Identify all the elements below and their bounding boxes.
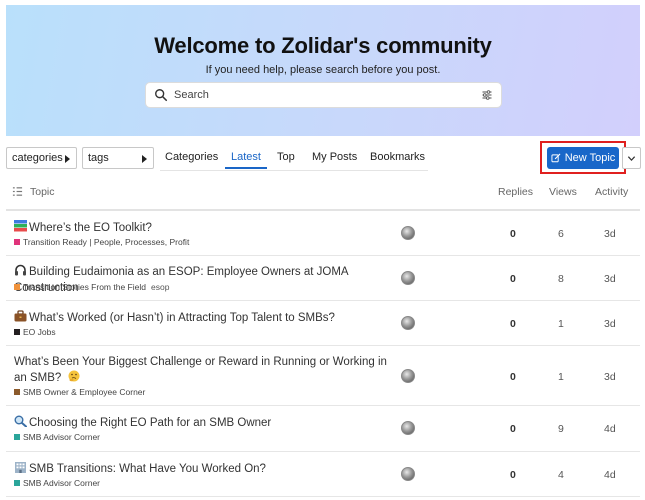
activity-time[interactable]: 4d (604, 469, 616, 481)
topic-title[interactable]: Choosing the Right EO Path for an SMB Ow… (14, 415, 394, 431)
caret-right-icon (65, 155, 70, 163)
category-label: SMB Advisor Corner (23, 432, 100, 442)
avatar[interactable] (401, 467, 415, 481)
category-color-badge (14, 480, 20, 486)
edit-icon (551, 153, 561, 163)
new-topic-menu-button[interactable] (622, 147, 641, 169)
category-label: SMB Advisor Corner (23, 478, 100, 488)
topic-list-header: Topic Replies Views Activity (6, 183, 640, 205)
search-options-icon[interactable] (481, 89, 493, 101)
categories-dropdown-label: categories (12, 152, 63, 164)
categories-dropdown[interactable]: categories (6, 147, 77, 169)
office-building-emoji-icon (15, 462, 26, 473)
category-label: SMB Owner & Employee Corner (23, 387, 146, 397)
category-color-badge (14, 329, 20, 335)
header-views[interactable]: Views (549, 186, 577, 198)
views-count: 1 (558, 371, 564, 383)
new-topic-label: New Topic (564, 152, 616, 164)
table-row[interactable]: SMB Transitions: What Have You Worked On… (6, 452, 640, 497)
replies-count: 0 (510, 469, 516, 481)
topic-category[interactable]: Transition Stories From the Field esop (14, 282, 169, 292)
category-label: EO Jobs (23, 327, 56, 337)
tab-bookmarks[interactable]: Bookmarks (370, 151, 425, 169)
header-activity[interactable]: Activity (595, 186, 628, 198)
table-row[interactable]: Choosing the Right EO Path for an SMB Ow… (6, 406, 640, 452)
topic-category[interactable]: Transition Ready | People, Processes, Pr… (14, 237, 189, 247)
tags-dropdown-label: tags (88, 152, 109, 164)
category-color-badge (14, 239, 20, 245)
topic-category[interactable]: EO Jobs (14, 327, 56, 337)
category-color-badge (14, 389, 20, 395)
topic-title[interactable]: What’s Worked (or Hasn’t) in Attracting … (14, 310, 394, 326)
thinking-face-emoji-icon (68, 370, 80, 382)
replies-count: 0 (510, 228, 516, 240)
replies-count: 0 (510, 318, 516, 330)
category-color-badge (14, 284, 20, 290)
tab-latest[interactable]: Latest (225, 151, 267, 169)
replies-count: 0 (510, 423, 516, 435)
views-count: 4 (558, 469, 564, 481)
table-row[interactable]: What’s Been Your Biggest Challenge or Re… (6, 346, 640, 406)
topic-category[interactable]: SMB Owner & Employee Corner (14, 387, 145, 397)
category-label: Transition Ready | People, Processes, Pr… (23, 237, 190, 247)
topic-title[interactable]: Where’s the EO Toolkit? (14, 220, 394, 236)
topic-title-text: SMB Transitions: What Have You Worked On… (29, 463, 266, 475)
search-input[interactable] (174, 85, 481, 105)
topic-tag[interactable]: esop (151, 282, 169, 292)
category-label: Transition Stories From the Field (23, 282, 146, 292)
views-count: 9 (558, 423, 564, 435)
table-row[interactable]: What’s Worked (or Hasn’t) in Attracting … (6, 301, 640, 346)
topic-category[interactable]: SMB Advisor Corner (14, 478, 100, 488)
topic-title-text: What’s Worked (or Hasn’t) in Attracting … (29, 312, 335, 324)
avatar[interactable] (401, 226, 415, 240)
activity-time[interactable]: 3d (604, 318, 616, 330)
caret-right-icon (142, 155, 147, 163)
header-replies[interactable]: Replies (498, 186, 533, 198)
avatar[interactable] (401, 316, 415, 330)
activity-time[interactable]: 3d (604, 273, 616, 285)
table-row[interactable]: Where’s the EO Toolkit? Transition Ready… (6, 211, 640, 256)
views-count: 8 (558, 273, 564, 285)
activity-time[interactable]: 4d (604, 423, 616, 435)
tab-top[interactable]: Top (277, 151, 295, 169)
new-topic-button[interactable]: New Topic (547, 147, 619, 169)
replies-count: 0 (510, 371, 516, 383)
banner-subtitle: If you need help, please search before y… (205, 64, 441, 76)
avatar[interactable] (401, 421, 415, 435)
activity-time[interactable]: 3d (604, 228, 616, 240)
topic-title-text: Choosing the Right EO Path for an SMB Ow… (29, 417, 272, 429)
header-topic: Topic (30, 186, 55, 198)
views-count: 6 (558, 228, 564, 240)
tags-dropdown[interactable]: tags (82, 147, 154, 169)
table-row[interactable]: Building Eudaimonia as an ESOP: Employee… (6, 256, 640, 301)
activity-time[interactable]: 3d (604, 371, 616, 383)
views-count: 1 (558, 318, 564, 330)
books-emoji-icon (14, 220, 27, 232)
avatar[interactable] (401, 271, 415, 285)
topic-title[interactable]: SMB Transitions: What Have You Worked On… (14, 461, 394, 477)
topic-title[interactable]: What’s Been Your Biggest Challenge or Re… (14, 354, 392, 386)
category-color-badge (14, 434, 20, 440)
welcome-banner: Welcome to Zolidar's community If you ne… (6, 5, 640, 136)
topic-category[interactable]: SMB Advisor Corner (14, 432, 100, 442)
headphones-emoji-icon (15, 264, 26, 276)
nav-divider (160, 170, 428, 171)
tab-categories[interactable]: Categories (165, 151, 218, 169)
replies-count: 0 (510, 273, 516, 285)
briefcase-emoji-icon (14, 310, 27, 322)
avatar[interactable] (401, 369, 415, 383)
banner-title: Welcome to Zolidar's community (154, 33, 492, 58)
search-icon (155, 89, 168, 102)
tab-my-posts[interactable]: My Posts (312, 151, 357, 169)
list-sort-icon[interactable] (12, 186, 23, 197)
magnifier-emoji-icon (14, 415, 27, 427)
topic-title-text: Where’s the EO Toolkit? (29, 222, 152, 234)
search-box[interactable] (145, 82, 502, 108)
chevron-down-icon (627, 155, 636, 161)
